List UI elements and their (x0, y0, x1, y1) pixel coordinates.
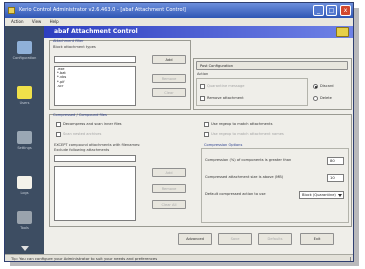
exclude-add-button[interactable]: Add (152, 168, 186, 177)
exit-button[interactable]: Exit (300, 233, 334, 245)
menu-action[interactable]: Action (11, 19, 24, 24)
default-action-select[interactable]: Block (Quarantine) (299, 191, 344, 199)
compressed-files-title: Compressed / Compound files (53, 113, 107, 117)
sidebar-label: Configuration (12, 56, 37, 60)
remove-attachment-checkbox[interactable] (200, 96, 205, 101)
quarantine-label: Quarantine message (207, 84, 245, 88)
menu-bar: Action View Help (5, 18, 353, 26)
delete-label: Delete (320, 96, 332, 100)
exclude-list[interactable] (54, 166, 136, 221)
key-icon (336, 27, 349, 37)
ratio-value: 80 (330, 158, 335, 163)
menu-help[interactable]: Help (50, 19, 59, 24)
regexp-names-label: Use regexp to match attachment names (211, 132, 284, 136)
document-icon (17, 176, 32, 189)
quarantine-checkbox[interactable] (200, 84, 205, 89)
except-label: EXCEPT compound attachments with filenam… (54, 143, 141, 147)
nested-archives-checkbox[interactable] (56, 132, 61, 137)
sidebar-item-tools[interactable]: Tools (9, 211, 40, 239)
app-window: Kerio Control Administrator v2.6.463.0 -… (4, 2, 354, 262)
minimize-button[interactable]: _ (313, 5, 324, 16)
save-button[interactable]: Save (218, 233, 252, 245)
scroll-down-icon[interactable] (21, 246, 29, 251)
sidebar: Configuration Users Settings Logs Tools (5, 26, 44, 254)
ratio-label: Compression (%) of components is greater… (205, 158, 292, 162)
size-value: 10 (330, 175, 335, 180)
nested-archives-label: Scan nested archives (63, 132, 102, 136)
add-button[interactable]: Add (152, 55, 186, 64)
page-header: abaf Attachment Control (44, 26, 353, 38)
regexp-match-checkbox[interactable] (204, 122, 209, 127)
sidebar-label: Settings (17, 146, 32, 150)
compression-options-title: Compression Options (204, 143, 243, 147)
action-label: Action (197, 72, 209, 76)
sidebar-label: Tools (20, 226, 29, 230)
sidebar-item-users[interactable]: Users (9, 86, 40, 114)
monitor-icon (17, 41, 32, 54)
ratio-input[interactable]: 80 (327, 157, 344, 165)
attachment-type-list[interactable]: .exe *.bat *.vbs *.pif .scr (54, 66, 136, 106)
post-configuration-label: Post Configuration (200, 64, 234, 68)
sidebar-label: Users (19, 101, 30, 105)
attachment-type-input[interactable] (54, 56, 136, 63)
remove-attachment-label: Remove attachment (207, 96, 244, 100)
action-subgroup (196, 78, 308, 106)
delete-radio[interactable] (313, 96, 318, 101)
list-item[interactable]: .scr (55, 84, 135, 88)
status-bar: Tip: You can configure your Administrato… (5, 254, 353, 261)
resize-grip-icon[interactable] (346, 257, 351, 261)
defaults-button[interactable]: Defaults (258, 233, 292, 245)
menu-view[interactable]: View (32, 19, 42, 24)
size-input[interactable]: 10 (327, 174, 344, 182)
default-action-value: Block (Quarantine) (302, 193, 336, 197)
app-icon (8, 7, 15, 14)
discard-radio[interactable] (313, 84, 318, 89)
block-types-label: Block attachment types (53, 45, 96, 49)
decompress-label: Decompress and scan inner files (63, 122, 122, 126)
tools-icon (17, 211, 32, 224)
clear-button[interactable]: Clear (152, 88, 186, 97)
title-bar[interactable]: Kerio Control Administrator v2.6.463.0 -… (5, 3, 353, 18)
post-configuration-button[interactable]: Post Configuration (196, 61, 348, 70)
exclude-input[interactable] (54, 155, 136, 162)
window-title: Kerio Control Administrator v2.6.463.0 -… (19, 7, 186, 13)
chevron-down-icon (338, 194, 342, 197)
exclude-clear-button[interactable]: Clear All (152, 200, 186, 209)
users-icon (17, 86, 32, 99)
decompress-checkbox[interactable] (56, 122, 61, 127)
remove-button[interactable]: Remove (152, 74, 186, 83)
sidebar-label: Logs (20, 191, 29, 195)
discard-label: Discard (320, 84, 334, 88)
exclude-remove-button[interactable]: Remove (152, 184, 186, 193)
regexp-names-checkbox[interactable] (204, 132, 209, 137)
server-icon (17, 131, 32, 144)
exclude-label: Exclude following attachments (54, 148, 110, 152)
maximize-button[interactable]: □ (326, 5, 337, 16)
sidebar-item-configuration[interactable]: Configuration (9, 41, 40, 69)
advanced-button[interactable]: Advanced (178, 233, 212, 245)
regexp-match-label: Use regexp to match attachments (211, 122, 273, 126)
attachment-filter-title: Attachment filter (53, 39, 84, 43)
sidebar-item-settings[interactable]: Settings (9, 131, 40, 159)
content-area: abaf Attachment Control Attachment filte… (44, 26, 353, 254)
size-label: Compressed attachment size is above (MB) (205, 175, 284, 179)
status-text: Tip: You can configure your Administrato… (11, 256, 158, 261)
default-action-label: Default compressed action to use (205, 192, 266, 196)
page-title: abaf Attachment Control (54, 28, 138, 35)
close-button[interactable]: x (340, 5, 351, 16)
sidebar-item-logs[interactable]: Logs (9, 176, 40, 204)
